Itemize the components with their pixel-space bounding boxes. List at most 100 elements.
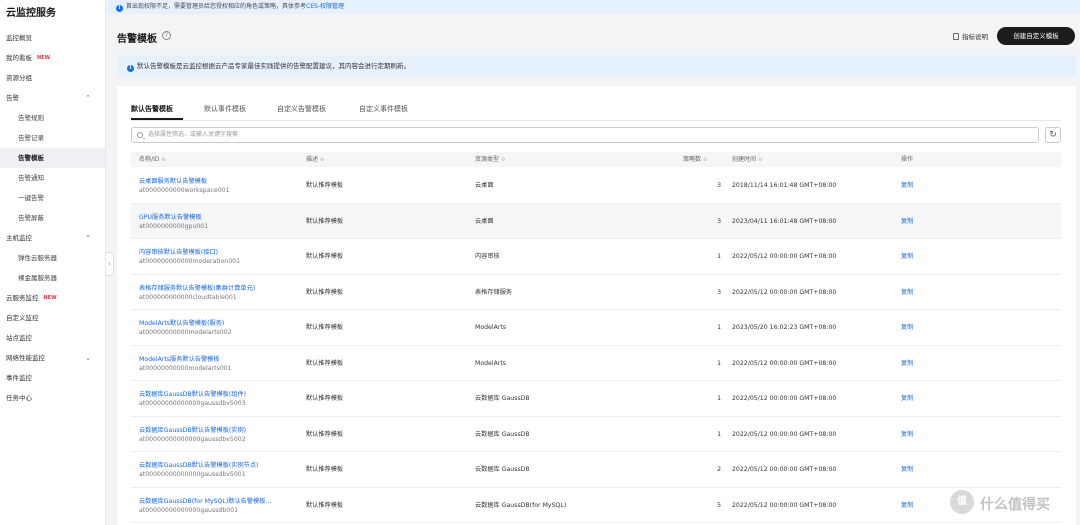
copy-link[interactable]: 复制: [901, 502, 913, 509]
tab-custom-alarm-template[interactable]: 自定义告警模板: [277, 104, 326, 114]
tab-default-event-template[interactable]: 默认事件模板: [204, 104, 246, 114]
cell-time: 2022/05/12 00:00:00 GMT+08:00: [732, 430, 837, 438]
table-row: 内容审核默认告警模板(接口) at000000000000moderation00…: [131, 239, 1061, 275]
cell-action: 复制: [901, 239, 913, 274]
header-count[interactable]: 策略数 ⊖: [683, 152, 707, 168]
cell-action: 复制: [901, 488, 913, 523]
sidebar-item[interactable]: 资源分组: [0, 68, 105, 88]
sidebar-collapse-button[interactable]: ‹: [106, 252, 114, 276]
sidebar-item-label: 事件监控: [6, 374, 32, 382]
copy-link[interactable]: 复制: [901, 466, 913, 473]
sidebar-item[interactable]: 告警记录: [0, 128, 105, 148]
cell-name: 表格存储服务默认告警模板(集群计算单元) at000000000000cloudt…: [139, 284, 255, 302]
sidebar-item[interactable]: 事件监控: [0, 368, 105, 388]
cell-time: 2022/05/12 00:00:00 GMT+08:00: [732, 466, 837, 473]
help-icon[interactable]: ?: [162, 31, 171, 40]
cell-action: 复制: [901, 275, 913, 310]
sidebar-item-label: 弹性云服务器: [18, 254, 57, 262]
sidebar-item[interactable]: 告警通知: [0, 168, 105, 188]
copy-link[interactable]: 复制: [901, 431, 913, 438]
copy-link[interactable]: 复制: [901, 289, 913, 296]
template-name-link[interactable]: 云数据库GaussDB默认告警模板(实例): [139, 426, 246, 435]
table-row: ModelArts服务默认告警模板 at00000000000modelarts0…: [131, 346, 1061, 381]
cell-type: ModelArts: [475, 359, 507, 367]
cell-count: 1: [717, 430, 721, 438]
sidebar-item-label: 告警屏蔽: [18, 214, 44, 222]
refresh-button[interactable]: ↻: [1045, 127, 1061, 143]
page-title: 告警模板: [117, 34, 157, 45]
template-notice: i 默认告警模板是云监控根据云产品专家最佳实践提供的告警配置建议，其内容会进行定期…: [117, 55, 1076, 77]
sidebar-item[interactable]: 一键告警: [0, 188, 105, 208]
copy-link[interactable]: 复制: [901, 253, 913, 260]
banner-link[interactable]: CES-权限管理: [306, 3, 344, 10]
header-time[interactable]: 创建时间 ⊖: [732, 152, 762, 168]
sidebar-item[interactable]: 网络性能监控 ⌄: [0, 348, 105, 368]
header-type-label: 资源类型: [475, 156, 500, 163]
sidebar-item[interactable]: 站点监控: [0, 328, 105, 348]
template-id: at0000000000gpu001: [139, 222, 209, 230]
template-name-link[interactable]: 云桌面服务默认告警模板: [139, 177, 230, 186]
header-name[interactable]: 名称/ID ⊖: [139, 152, 166, 168]
header-desc[interactable]: 描述 ⊖: [306, 152, 324, 168]
template-name-link[interactable]: 表格存储服务默认告警模板(集群计算单元): [139, 284, 255, 293]
template-name-link[interactable]: 云数据库GaussDB默认告警模板(实例节点): [139, 461, 258, 470]
sidebar-item[interactable]: 告警规则: [0, 108, 105, 128]
sort-icon: ⊖: [758, 157, 763, 163]
sidebar-item[interactable]: 云服务监控 NEW: [0, 288, 105, 308]
template-name-link[interactable]: ModelArts服务默认告警模板: [139, 355, 232, 364]
sidebar-item-label: 云服务监控: [6, 294, 39, 302]
create-custom-template-button[interactable]: 创建自定义模板: [997, 27, 1075, 45]
cell-type: 内容审核: [475, 253, 500, 260]
sidebar-item[interactable]: 监控概览: [0, 28, 105, 48]
cell-time: 2022/05/12 00:00:00 GMT+08:00: [732, 288, 837, 296]
sidebar-item[interactable]: 告警模板: [0, 148, 105, 168]
template-name-link[interactable]: 内容审核默认告警模板(接口): [139, 248, 240, 257]
template-card: 默认告警模板 默认事件模板 自定义告警模板 自定义事件模板 选择属性筛选，或输入…: [117, 86, 1076, 525]
metric-doc-link[interactable]: 指标说明: [953, 31, 988, 41]
cell-time: 2022/05/12 00:00:00 GMT+08:00: [732, 501, 837, 509]
header-time-label: 创建时间: [732, 156, 757, 163]
sidebar-item-label: 主机监控: [6, 234, 32, 242]
sidebar-item-label: 裸金属服务器: [18, 274, 57, 282]
sidebar-item-label: 告警模板: [18, 154, 44, 162]
cell-name: GPU服务默认告警模板 at0000000000gpu001: [139, 213, 208, 231]
cell-time: 2023/04/11 16:01:48 GMT+08:00: [732, 217, 837, 225]
search-input[interactable]: 选择属性筛选，或输入关键字搜索: [131, 127, 1039, 143]
header-name-label: 名称/ID: [139, 156, 160, 163]
cell-count: 3: [717, 217, 721, 225]
sidebar-item-label: 一键告警: [18, 194, 44, 202]
sidebar-item[interactable]: 告警 ⌃: [0, 88, 105, 108]
copy-link[interactable]: 复制: [901, 324, 913, 331]
header-type[interactable]: 资源类型 ⊖: [475, 152, 505, 168]
cell-desc: 默认推荐模板: [306, 395, 344, 402]
cell-name: 内容审核默认告警模板(接口) at000000000000moderation00…: [139, 248, 240, 266]
sidebar-item[interactable]: 自定义监控: [0, 308, 105, 328]
cell-action: 复制: [901, 381, 913, 416]
sidebar-item[interactable]: 裸金属服务器: [0, 268, 105, 288]
cell-count: 2: [717, 466, 721, 473]
template-name-link[interactable]: 云数据库GaussDB默认告警模板(组件): [139, 390, 246, 399]
template-name-link[interactable]: ModelArts默认告警模板(服务): [139, 319, 232, 328]
chevron-down-icon: ⌄: [85, 354, 91, 362]
copy-link[interactable]: 复制: [901, 395, 913, 402]
copy-link[interactable]: 复制: [901, 360, 913, 367]
sidebar-item[interactable]: 弹性云服务器: [0, 248, 105, 268]
copy-link[interactable]: 复制: [901, 182, 913, 189]
template-name-link[interactable]: GPU服务默认告警模板: [139, 213, 208, 222]
sidebar-item[interactable]: 主机监控 ⌃: [0, 228, 105, 248]
cell-count: 3: [717, 288, 721, 296]
tab-custom-event-template[interactable]: 自定义事件模板: [359, 104, 408, 114]
new-badge: NEW: [43, 295, 57, 301]
cell-name: ModelArts默认告警模板(服务) at00000000000modelart…: [139, 319, 232, 337]
notice-text: 默认告警模板是云监控根据云产品专家最佳实践提供的告警配置建议，其内容会进行定期刷…: [137, 62, 410, 70]
copy-link[interactable]: 复制: [901, 218, 913, 225]
watermark: 值 什么值得买: [950, 490, 1078, 516]
sidebar-item[interactable]: 任务中心: [0, 388, 105, 408]
sidebar-item[interactable]: 告警屏蔽: [0, 208, 105, 228]
template-id: at00000000000modelarts001: [139, 364, 232, 372]
tab-default-alarm-template[interactable]: 默认告警模板: [131, 104, 173, 114]
template-name-link[interactable]: 云数据库GaussDB(for MySQL)默认告警模板...: [139, 497, 271, 506]
template-id: at00000000000000gaussdbv5002: [139, 435, 246, 443]
sidebar-item-label: 告警记录: [18, 134, 44, 142]
sidebar-item[interactable]: 我的看板 NEW: [0, 48, 105, 68]
